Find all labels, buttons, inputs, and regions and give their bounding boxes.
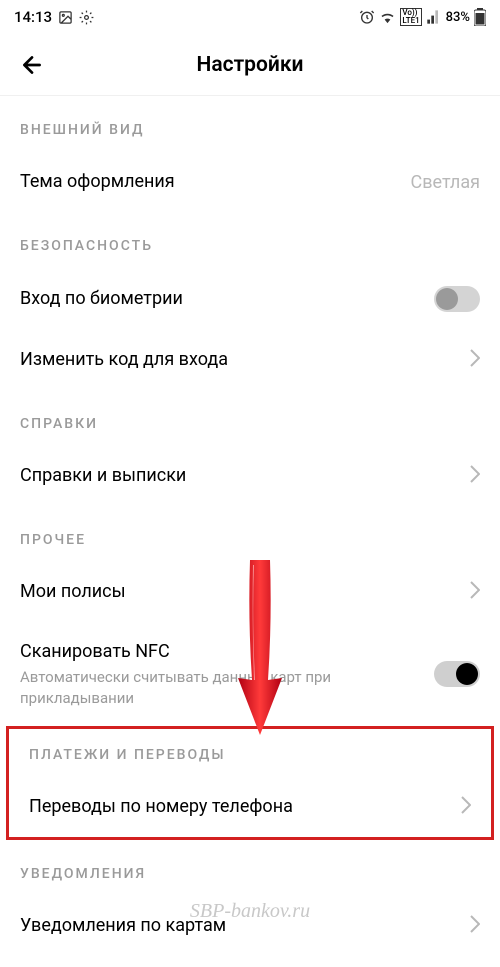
image-icon (58, 10, 73, 25)
chevron-right-icon (470, 581, 480, 603)
arrow-left-icon (19, 52, 45, 78)
alarm-icon (359, 9, 375, 25)
battery-percent: 83% (446, 10, 470, 25)
policies-row[interactable]: Мои полисы (0, 562, 500, 622)
chevron-right-icon (470, 915, 480, 937)
section-security-header: БЕЗОПАСНОСТЬ (0, 212, 500, 268)
section-payments-header: ПЛАТЕЖИ И ПЕРЕВОДЫ (9, 729, 491, 777)
phone-transfer-label: Переводы по номеру телефона (29, 795, 293, 818)
chevron-right-icon (461, 796, 471, 818)
biometry-toggle[interactable] (434, 286, 480, 312)
section-other-header: ПРОЧЕЕ (0, 506, 500, 562)
section-notifications-header: УВЕДОМЛЕНИЯ (0, 840, 500, 896)
theme-row[interactable]: Тема оформления Светлая (0, 152, 500, 212)
settings-content: ВНЕШНИЙ ВИД Тема оформления Светлая БЕЗО… (0, 96, 500, 956)
status-bar: 14:13 Vo))LTE1 83% (0, 0, 500, 34)
section-appearance-header: ВНЕШНИЙ ВИД (0, 96, 500, 152)
change-code-label: Изменить код для входа (20, 348, 228, 371)
page-title: Настройки (197, 53, 304, 77)
card-notifications-row[interactable]: Уведомления по картам (0, 896, 500, 956)
theme-label: Тема оформления (20, 170, 175, 193)
chevron-right-icon (470, 465, 480, 487)
nfc-label: Сканировать NFC (20, 640, 434, 663)
battery-icon (474, 8, 486, 26)
change-code-row[interactable]: Изменить код для входа (0, 330, 500, 390)
nfc-toggle[interactable] (434, 661, 480, 687)
phone-transfer-row[interactable]: Переводы по номеру телефона (9, 777, 491, 837)
statements-row[interactable]: Справки и выписки (0, 446, 500, 506)
card-notifications-label: Уведомления по картам (20, 914, 226, 937)
back-button[interactable] (18, 51, 46, 79)
status-time: 14:13 (14, 8, 52, 26)
highlight-annotation: ПЛАТЕЖИ И ПЕРЕВОДЫ Переводы по номеру те… (6, 726, 494, 840)
nfc-subtitle: Автоматически считывать данные карт при … (20, 667, 434, 708)
biometry-row[interactable]: Вход по биометрии (0, 268, 500, 330)
statements-label: Справки и выписки (20, 464, 186, 487)
settings-icon (79, 10, 94, 25)
signal-icon (426, 9, 442, 25)
wifi-icon (379, 9, 396, 26)
app-header: Настройки (0, 34, 500, 96)
biometry-label: Вход по биометрии (20, 287, 183, 310)
policies-label: Мои полисы (20, 580, 126, 603)
volte-indicator: Vo))LTE1 (400, 8, 421, 26)
nfc-row[interactable]: Сканировать NFC Автоматически считывать … (0, 622, 500, 726)
theme-value: Светлая (411, 172, 480, 193)
section-references-header: СПРАВКИ (0, 390, 500, 446)
chevron-right-icon (470, 349, 480, 371)
